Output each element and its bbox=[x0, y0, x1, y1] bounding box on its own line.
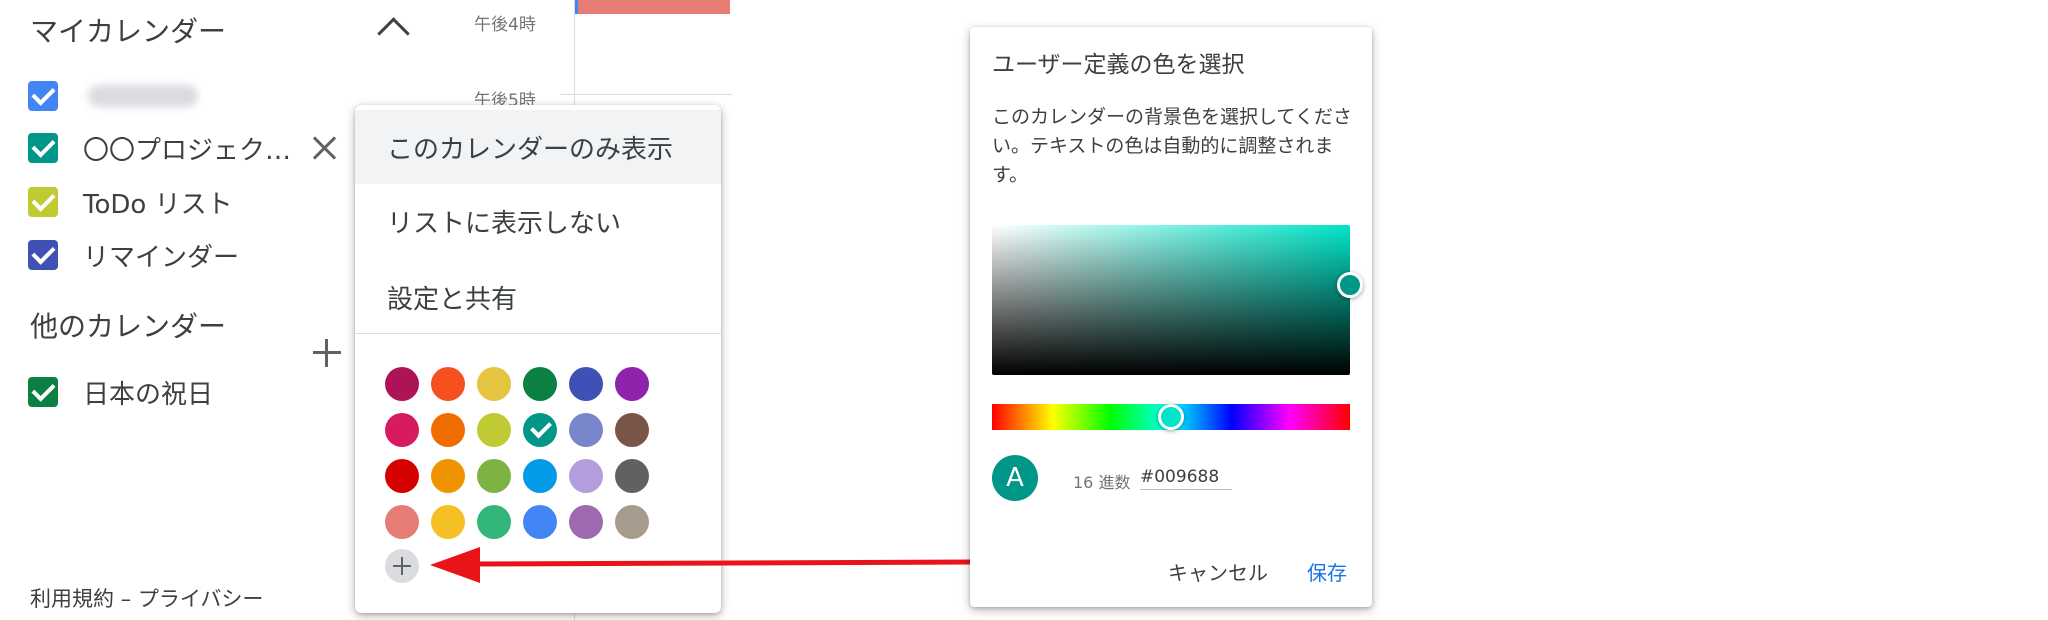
color-swatch[interactable] bbox=[523, 505, 557, 539]
checkbox-checked-icon[interactable] bbox=[28, 240, 58, 270]
menu-item-hide-from-list[interactable]: リストに表示しない bbox=[355, 184, 721, 258]
color-swatch[interactable] bbox=[431, 413, 465, 447]
calendar-event[interactable] bbox=[576, 0, 730, 14]
color-swatch[interactable] bbox=[385, 459, 419, 493]
color-swatch[interactable] bbox=[615, 413, 649, 447]
color-preview-avatar: A bbox=[992, 455, 1038, 501]
color-swatch[interactable] bbox=[385, 505, 419, 539]
dialog-title: ユーザー定義の色を選択 bbox=[992, 52, 1245, 78]
footer-links[interactable]: 利用規約 – プライバシー bbox=[30, 583, 263, 613]
color-swatch[interactable] bbox=[569, 505, 603, 539]
calendar-item-project[interactable]: 〇〇プロジェク… bbox=[28, 128, 291, 168]
color-swatch[interactable] bbox=[477, 413, 511, 447]
menu-item-display-only[interactable]: このカレンダーのみ表示 bbox=[355, 110, 721, 184]
color-swatch[interactable] bbox=[523, 367, 557, 401]
arrow-shaft bbox=[469, 559, 976, 567]
other-calendars-title: 他のカレンダー bbox=[30, 310, 227, 343]
color-swatch[interactable] bbox=[615, 459, 649, 493]
arrow-annotation bbox=[430, 547, 976, 583]
checkbox-checked-icon[interactable] bbox=[28, 133, 58, 163]
color-swatch[interactable] bbox=[431, 505, 465, 539]
calendar-item-holidays[interactable]: 日本の祝日 bbox=[28, 372, 213, 412]
color-swatch[interactable] bbox=[569, 413, 603, 447]
color-swatch[interactable] bbox=[431, 459, 465, 493]
hex-input[interactable] bbox=[1140, 467, 1232, 490]
grid-line bbox=[560, 94, 732, 95]
add-calendar-icon[interactable] bbox=[313, 339, 341, 367]
color-swatch[interactable] bbox=[431, 367, 465, 401]
checkbox-checked-icon[interactable] bbox=[28, 187, 58, 217]
color-swatch[interactable] bbox=[569, 367, 603, 401]
calendar-item-primary[interactable] bbox=[28, 76, 198, 116]
checkbox-checked-icon[interactable] bbox=[28, 377, 58, 407]
chevron-up-icon[interactable] bbox=[377, 17, 410, 50]
color-swatch[interactable] bbox=[615, 505, 649, 539]
calendar-item-todo[interactable]: ToDo リスト bbox=[28, 182, 233, 222]
color-swatch[interactable] bbox=[385, 367, 419, 401]
time-label-4pm: 午後4時 bbox=[474, 15, 536, 35]
color-swatch[interactable] bbox=[385, 413, 419, 447]
hex-label: 16 進数 bbox=[1073, 473, 1131, 492]
dialog-description: このカレンダーの背景色を選択してください。テキストの色は自動的に調整されます。 bbox=[992, 106, 1352, 186]
color-swatch[interactable] bbox=[477, 505, 511, 539]
menu-divider bbox=[355, 333, 721, 334]
checkbox-checked-icon[interactable] bbox=[28, 81, 58, 111]
saturation-handle[interactable] bbox=[1337, 272, 1363, 298]
calendar-label: 日本の祝日 bbox=[83, 379, 214, 410]
menu-item-settings-sharing[interactable]: 設定と共有 bbox=[355, 260, 721, 334]
color-swatch[interactable] bbox=[615, 367, 649, 401]
save-button[interactable]: 保存 bbox=[1307, 557, 1347, 586]
calendar-item-reminder[interactable]: リマインダー bbox=[28, 235, 239, 275]
color-swatch[interactable] bbox=[477, 367, 511, 401]
custom-color-dialog: ユーザー定義の色を選択 このカレンダーの背景色を選択してください。テキストの色は… bbox=[970, 27, 1372, 607]
arrow-head bbox=[430, 547, 480, 583]
cancel-button[interactable]: キャンセル bbox=[1168, 557, 1268, 586]
calendar-label: リマインダー bbox=[83, 242, 240, 273]
calendar-event-edge bbox=[575, 0, 578, 14]
color-swatch[interactable] bbox=[523, 459, 557, 493]
blurred-calendar-name bbox=[88, 85, 198, 107]
hue-handle[interactable] bbox=[1158, 404, 1184, 430]
calendar-label: 〇〇プロジェク… bbox=[83, 135, 292, 166]
color-swatch-selected[interactable] bbox=[523, 413, 557, 447]
close-icon[interactable] bbox=[310, 133, 340, 163]
my-calendars-title: マイカレンダー bbox=[30, 15, 227, 48]
calendar-label: ToDo リスト bbox=[83, 189, 233, 220]
saturation-picker[interactable] bbox=[992, 225, 1350, 375]
color-swatch[interactable] bbox=[477, 459, 511, 493]
add-custom-color-icon[interactable] bbox=[385, 549, 419, 583]
color-swatch[interactable] bbox=[569, 459, 603, 493]
